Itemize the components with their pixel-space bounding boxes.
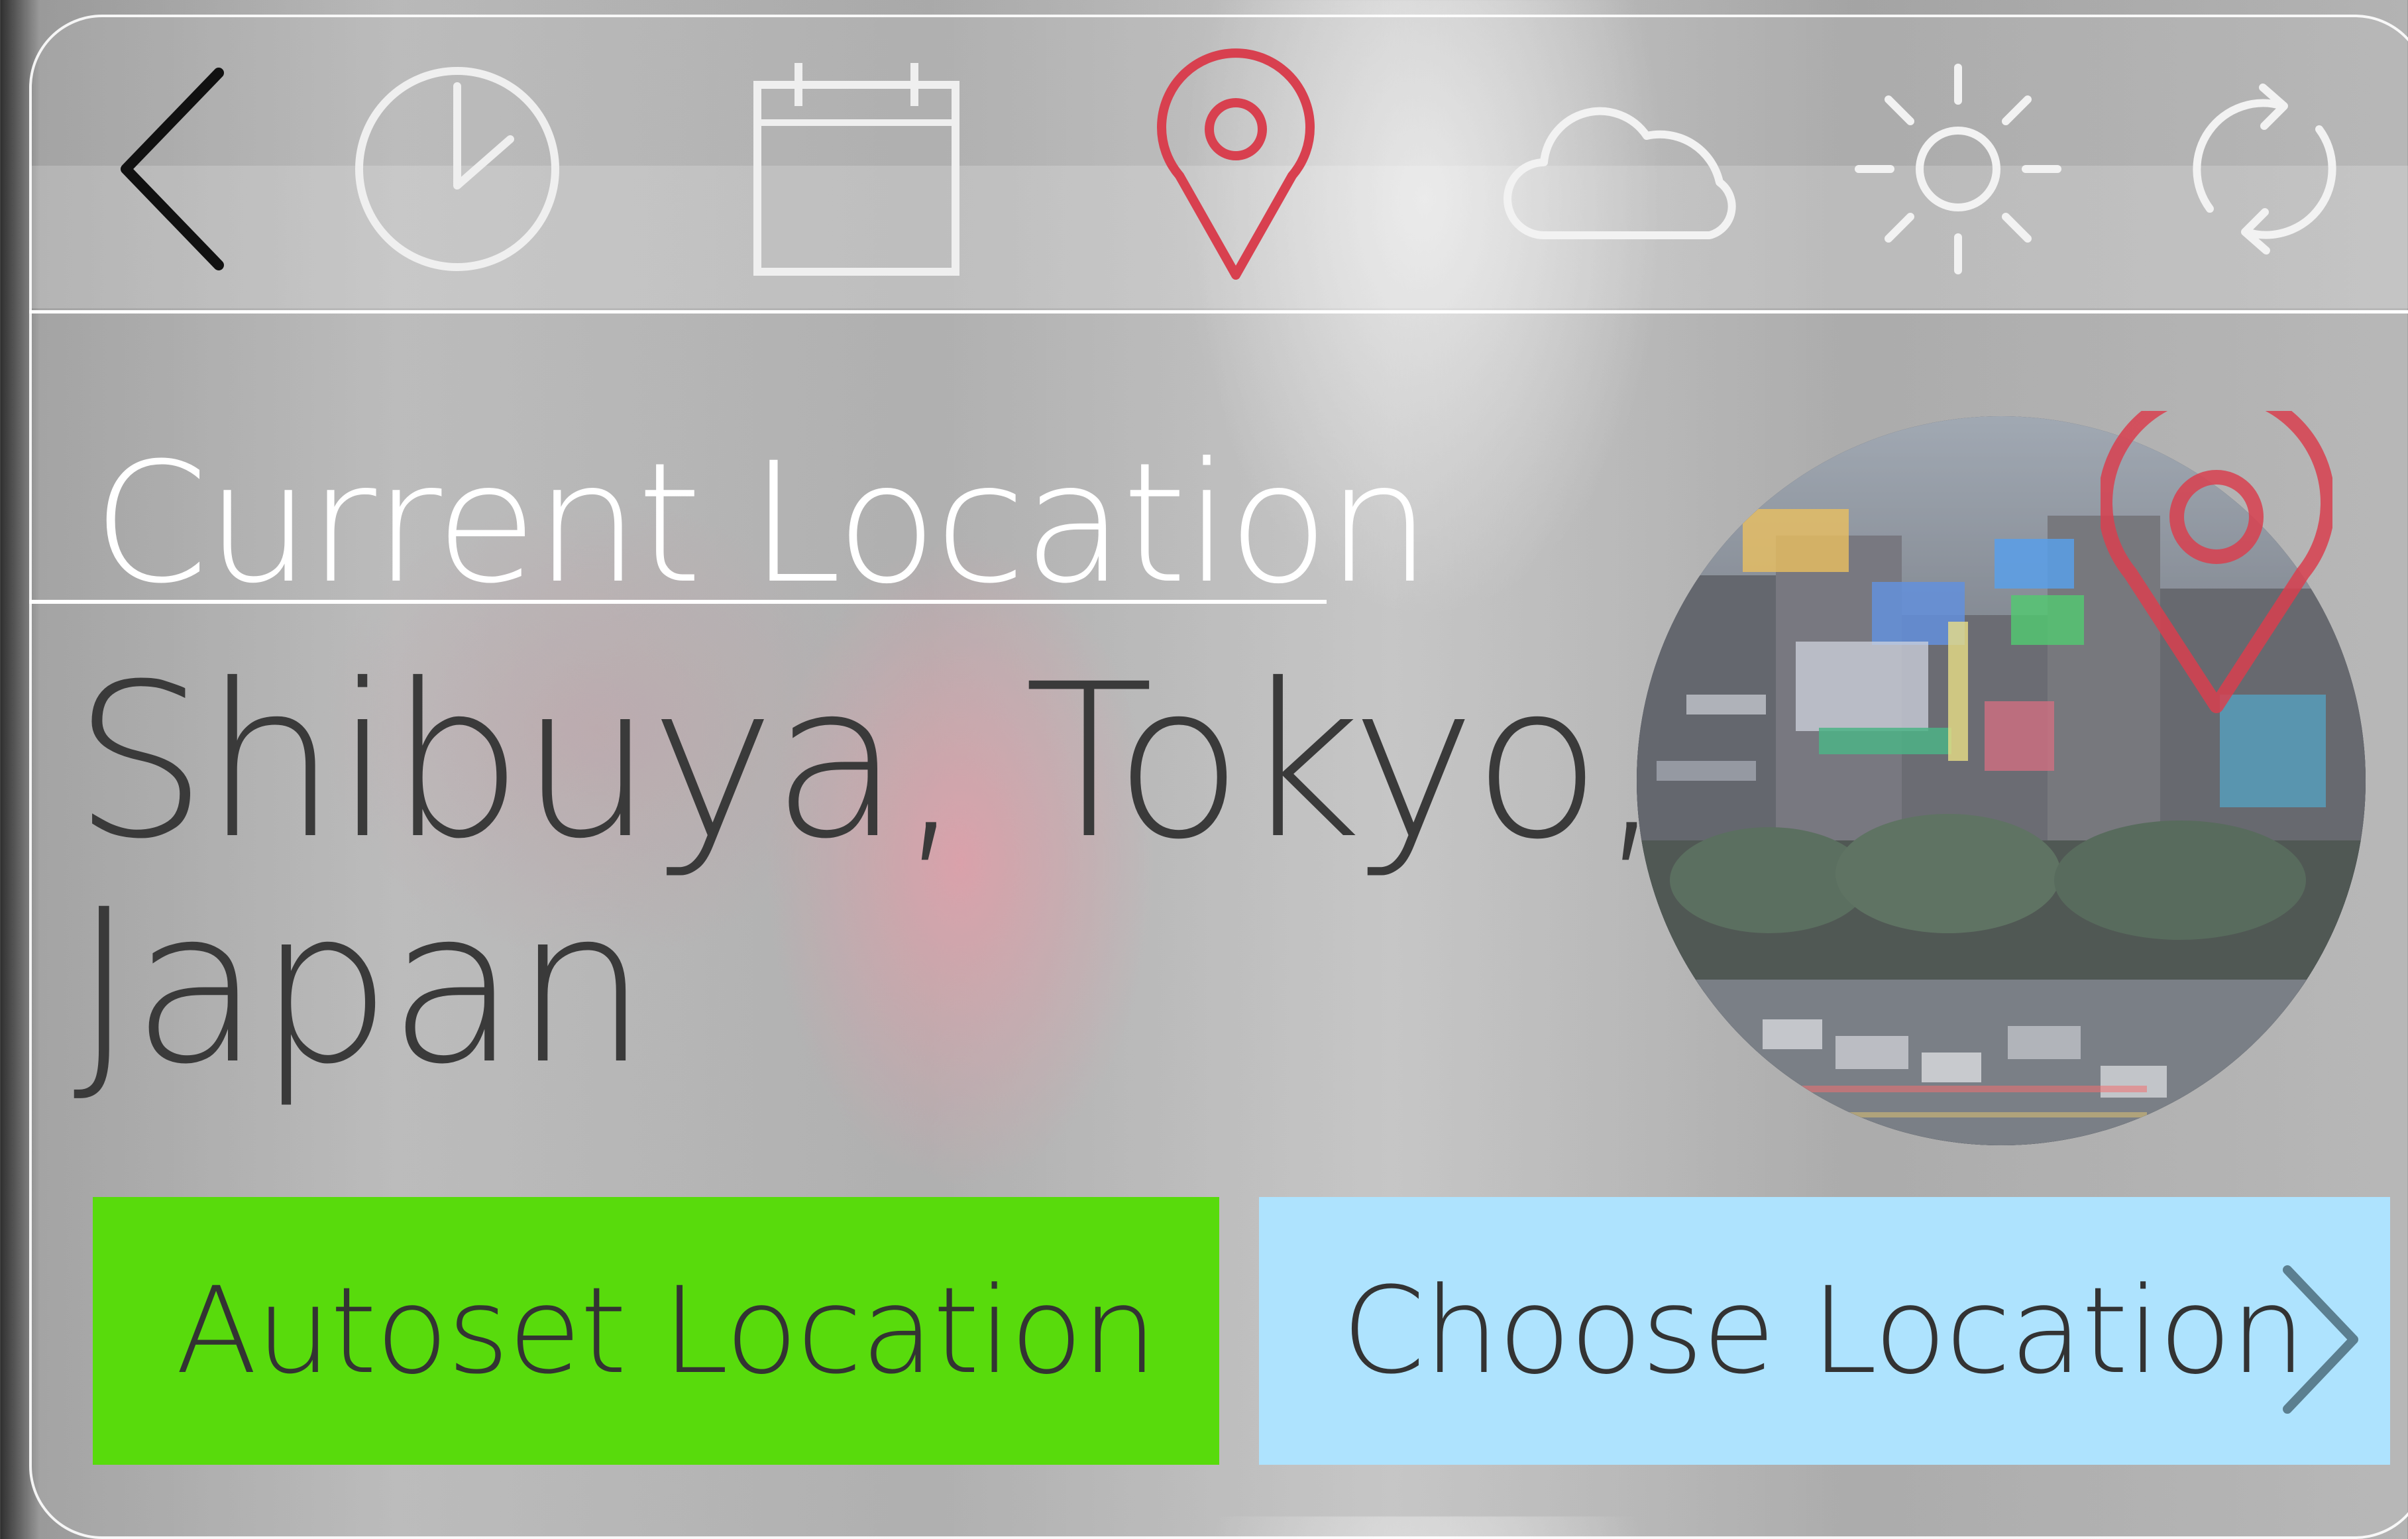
location-pin-icon[interactable]	[1157, 48, 1315, 285]
choose-location-button[interactable]: Choose Location	[1259, 1197, 2390, 1465]
calendar-icon[interactable]	[752, 53, 961, 285]
city-line-2: Japan	[73, 864, 649, 1111]
toolbar-divider	[29, 310, 2408, 314]
current-location-value: Shibuya, Tokyo, Japan	[73, 650, 1676, 1100]
current-location-heading: Current Location	[93, 427, 1431, 620]
refresh-icon[interactable]	[2183, 53, 2346, 285]
autoset-location-label: Autoset Location	[176, 1261, 1158, 1400]
sun-icon[interactable]	[1855, 53, 2061, 285]
city-line-1: Shibuya, Tokyo,	[73, 639, 1665, 885]
heading-underline	[29, 600, 1327, 604]
clock-icon[interactable]	[351, 53, 563, 285]
choose-location-label: Choose Location	[1342, 1261, 2306, 1400]
chevron-right-icon	[2283, 1265, 2358, 1414]
back-arrow-icon[interactable]	[113, 53, 232, 285]
photo-location-pin-icon	[2098, 384, 2335, 716]
autoset-location-button[interactable]: Autoset Location	[93, 1197, 1219, 1465]
cloud-icon[interactable]	[1498, 53, 1749, 285]
